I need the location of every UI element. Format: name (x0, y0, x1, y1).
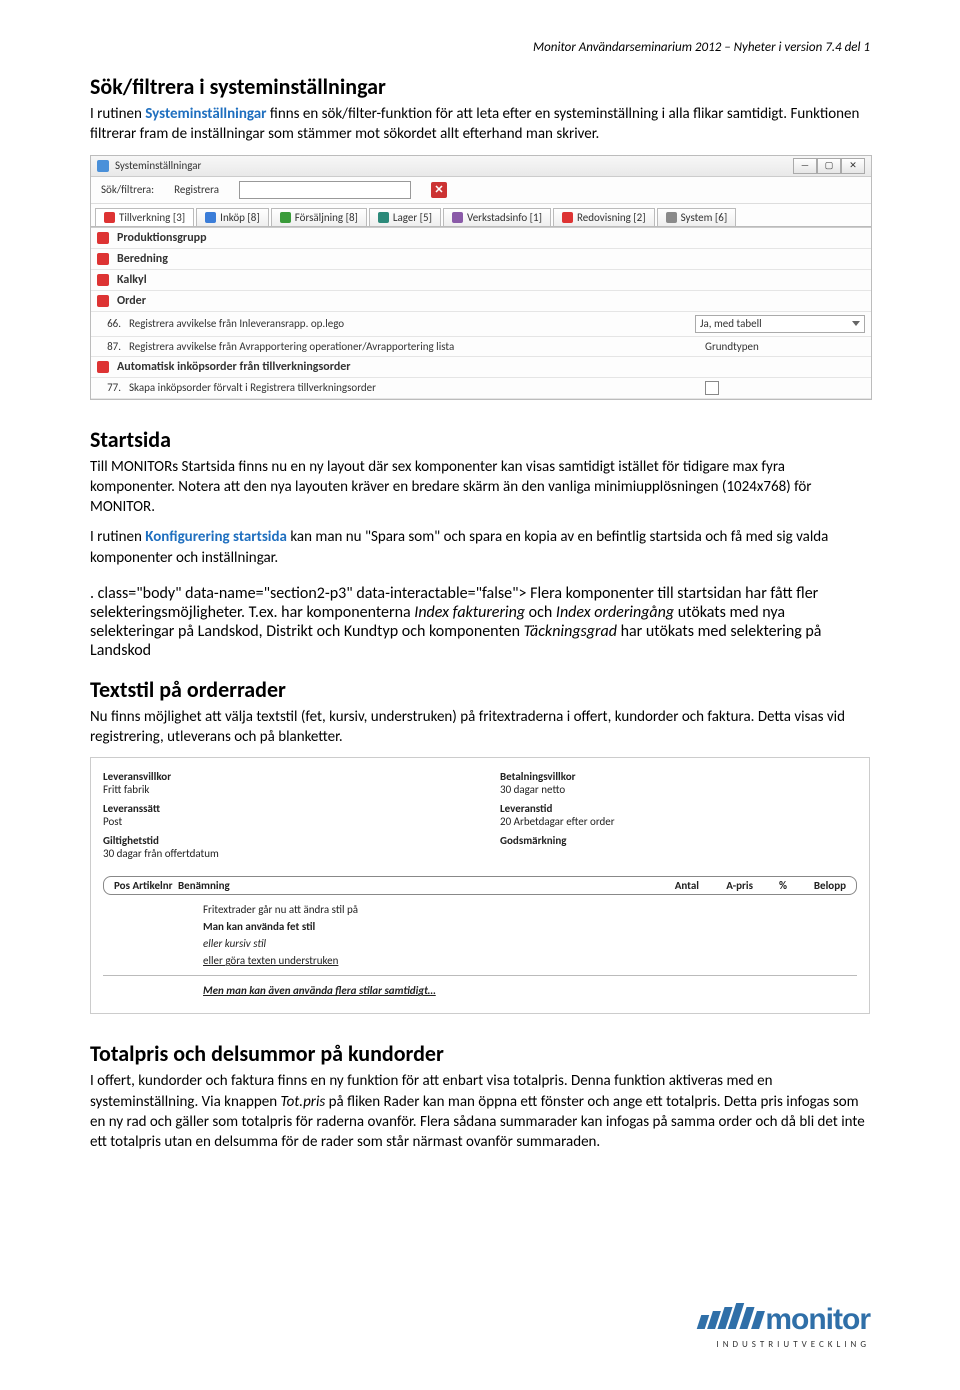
tab-inkop[interactable]: Inköp [8] (196, 208, 269, 226)
clear-search-icon[interactable]: ✕ (431, 182, 447, 198)
section3-title: Textstil på orderrader (90, 676, 870, 703)
screenshot-order-textstyles: Leveransvillkor Fritt fabrik Leveranssät… (90, 757, 870, 1014)
tabs-container: Tillverkning [3] Inköp [8] Försäljning [… (91, 204, 871, 227)
tab-tillverkning[interactable]: Tillverkning [3] (95, 208, 194, 226)
link-systeminstallningar: Systeminställningar (145, 105, 266, 123)
tab-forsaljning[interactable]: Försäljning [8] (271, 208, 367, 226)
group-kalkyl[interactable]: Kalkyl (91, 270, 871, 291)
maximize-button[interactable]: ▢ (817, 158, 841, 174)
setting-66-select[interactable]: Ja, med tabell (695, 315, 865, 333)
window-icon (97, 160, 109, 172)
tab-system[interactable]: System [6] (657, 208, 737, 226)
setting-row-77: 77. Skapa inköpsorder förvalt i Registre… (91, 378, 871, 399)
setting-row-87: 87. Registrera avvikelse från Avrapporte… (91, 337, 871, 357)
minimize-button[interactable]: — (793, 158, 817, 174)
val-leveranssatt: Post (103, 815, 460, 828)
section4-title: Totalpris och delsummor på kundorder (90, 1040, 870, 1067)
group-produktionsgrupp[interactable]: Produktionsgrupp (91, 228, 871, 249)
group-order[interactable]: Order (91, 291, 871, 312)
search-input[interactable] (239, 181, 411, 199)
footer-logo: monitor INDUSTRIUTVECKLING (699, 1303, 870, 1350)
setting-87-value: Grundtypen (699, 340, 865, 353)
window-title: Systeminställningar (115, 159, 201, 172)
section4-para: I offert, kundorder och faktura finns en… (90, 1071, 870, 1152)
link-konfigurering-startsida: Konfigurering startsida (145, 528, 287, 546)
table-header: Pos Artikelnr Benämning Antal A-pris % B… (103, 876, 857, 895)
tab-verkstadsinfo[interactable]: Verkstadsinfo [1] (443, 208, 551, 226)
lbl-leveranstid: Leveranstid (500, 802, 857, 815)
section1-para: I rutinen Systeminställningar finns en s… (90, 104, 870, 145)
setting-77-checkbox[interactable] (705, 381, 719, 395)
lbl-leveranssatt: Leveranssätt (103, 802, 460, 815)
window-titlebar: Systeminställningar — ▢ ✕ (91, 156, 871, 177)
logo-stripes-icon (699, 1303, 762, 1329)
textstyle-row-underline: eller göra texten understruken (103, 952, 857, 969)
lbl-godsmarkning: Godsmärkning (500, 834, 857, 847)
val-giltighetstid: 30 dagar från offertdatum (103, 847, 460, 860)
textstyle-row-italic: eller kursiv stil (103, 935, 857, 952)
logo-subtitle: INDUSTRIUTVECKLING (699, 1339, 870, 1350)
lbl-betalningsvillkor: Betalningsvillkor (500, 770, 857, 783)
lbl-giltighetstid: Giltighetstid (103, 834, 460, 847)
tab-lager[interactable]: Lager [5] (369, 208, 441, 226)
chevron-down-icon (852, 321, 860, 326)
val-leveransvillkor: Fritt fabrik (103, 783, 460, 796)
section3-para: Nu finns möjlighet att välja textstil (f… (90, 707, 870, 748)
toolbar-label-register: Registrera (174, 183, 219, 196)
textstyle-row-bold: Man kan använda fet stil (103, 918, 857, 935)
val-betalningsvillkor: 30 dagar netto (500, 783, 857, 796)
textstyle-row-normal: Fritextrader går nu att ändra stil på (103, 901, 857, 918)
group-autoinkop[interactable]: Automatisk inköpsorder från tillverkning… (91, 357, 871, 378)
tab-redovisning[interactable]: Redovisning [2] (553, 208, 655, 226)
document-header: Monitor Användarseminarium 2012 – Nyhete… (90, 40, 870, 55)
section2-p2: I rutinen Konfigurering startsida kan ma… (90, 527, 870, 568)
section2-title: Startsida (90, 426, 870, 453)
logo-brand-text: monitor (765, 1303, 870, 1336)
close-button[interactable]: ✕ (841, 158, 865, 174)
lbl-leveransvillkor: Leveransvillkor (103, 770, 460, 783)
textstyle-row-combined: Men man kan även använda flera stilar sa… (103, 982, 857, 999)
setting-row-66: 66. Registrera avvikelse från Inleverans… (91, 312, 871, 337)
section2-p1: Till MONITORs Startsida finns nu en ny l… (90, 457, 870, 518)
screenshot-systeminstallningar: Systeminställningar — ▢ ✕ Sök/filtrera: … (90, 155, 872, 400)
val-leveranstid: 20 Arbetdagar efter order (500, 815, 857, 828)
group-beredning[interactable]: Beredning (91, 249, 871, 270)
section1-title: Sök/filtrera i systeminställningar (90, 73, 870, 100)
toolbar-label-search: Sök/filtrera: (101, 183, 154, 196)
